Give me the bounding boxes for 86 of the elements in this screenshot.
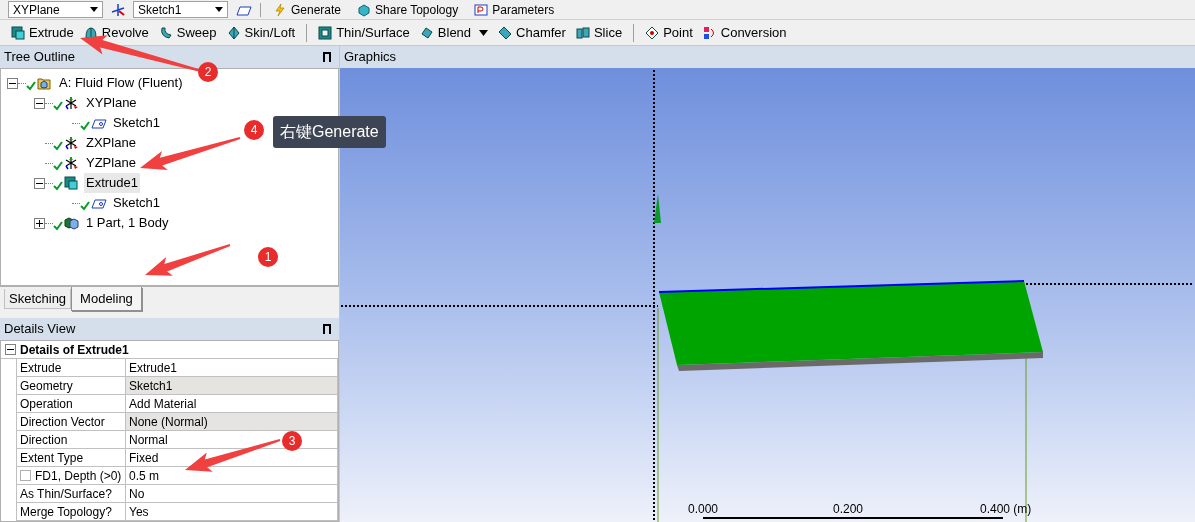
sweep-icon xyxy=(158,25,173,40)
lightning-icon xyxy=(273,2,287,17)
scale-label: 0.400 (m) xyxy=(980,501,1032,518)
toolbar-button[interactable]: Slice xyxy=(572,21,626,44)
tab[interactable]: Sketching xyxy=(4,289,72,309)
chamfer-icon xyxy=(498,25,513,40)
toolbar-button[interactable]: Share Topology xyxy=(353,0,463,19)
scale-label: 0.200 xyxy=(833,501,864,518)
loft-icon xyxy=(226,25,241,40)
check-icon xyxy=(53,101,63,111)
property-label: Merge Topology? xyxy=(20,503,112,521)
toolbar-button[interactable]: Sweep xyxy=(155,21,220,44)
caret-icon xyxy=(479,29,489,36)
property-value[interactable]: Sketch1 xyxy=(126,377,338,394)
check-icon xyxy=(53,221,63,231)
panel-title: Graphics xyxy=(344,48,397,67)
toolbar-button[interactable]: Conversion xyxy=(699,21,790,44)
point-icon xyxy=(645,25,660,40)
tab[interactable]: Modeling xyxy=(71,287,142,311)
property-label: Operation xyxy=(20,395,73,413)
tree-item[interactable]: A: Fluid Flow (Fluent) xyxy=(57,73,185,93)
caret-icon xyxy=(215,7,223,12)
collapse-icon[interactable] xyxy=(34,177,45,189)
sketch-icon xyxy=(91,196,107,210)
property-value[interactable]: Extrude1 xyxy=(126,359,338,376)
property-value[interactable]: None (Normal) xyxy=(126,413,338,430)
conversion-icon xyxy=(702,25,717,40)
property-label: Geometry xyxy=(20,377,73,395)
tree-item[interactable]: 1 Part, 1 Body xyxy=(84,213,171,233)
sketch-icon xyxy=(236,3,252,16)
check-icon xyxy=(80,201,90,211)
dropdown[interactable]: Sketch1 xyxy=(133,1,228,18)
dropdown[interactable]: XYPlane xyxy=(8,1,103,18)
property-label: FD1, Depth (>0) xyxy=(35,467,122,485)
body-icon xyxy=(64,216,80,230)
tree-item[interactable]: YZPlane xyxy=(84,153,138,173)
property-value[interactable]: No xyxy=(126,485,338,502)
checkbox[interactable] xyxy=(20,470,31,481)
blend-icon xyxy=(419,25,434,40)
plane-axes-icon xyxy=(64,136,80,150)
extrude-icon xyxy=(11,25,25,40)
property-label: Extrude xyxy=(20,359,62,377)
check-icon xyxy=(26,81,36,91)
parameter-icon xyxy=(474,2,489,17)
collapse-icon[interactable] xyxy=(7,77,18,89)
plane-axes-icon xyxy=(64,96,80,110)
tree-item[interactable]: ZXPlane xyxy=(84,133,138,153)
axes-icon xyxy=(111,2,125,17)
property-label: Direction xyxy=(20,431,68,449)
property-value[interactable]: 0.5 m xyxy=(126,467,338,484)
section-heading: Details of Extrude1 xyxy=(20,341,129,359)
property-value[interactable]: Yes xyxy=(126,503,338,520)
toolbar-button[interactable]: Thin/Surface xyxy=(315,21,413,44)
tree-item[interactable]: XYPlane xyxy=(84,93,139,113)
shell-icon xyxy=(318,25,333,40)
panel-title: Details View xyxy=(4,320,76,339)
pin-icon[interactable] xyxy=(323,324,331,334)
pin-icon[interactable] xyxy=(323,52,331,62)
expand-icon[interactable] xyxy=(34,217,45,229)
tree-item[interactable]: Extrude1 xyxy=(84,173,141,193)
property-label: Extent Type xyxy=(20,449,84,467)
plane-axes-icon xyxy=(64,156,80,170)
scale-label: 0.000 xyxy=(688,501,719,518)
callout-label: 右键Generate xyxy=(273,116,386,148)
property-value[interactable]: Add Material xyxy=(126,395,338,412)
property-label: As Thin/Surface? xyxy=(20,485,112,503)
tree-item[interactable]: Sketch1 xyxy=(111,113,162,133)
toolbar-button[interactable]: Chamfer xyxy=(495,21,569,44)
model-icon xyxy=(37,76,53,90)
tree-item[interactable]: Sketch1 xyxy=(111,193,162,213)
property-label: Direction Vector xyxy=(20,413,105,431)
extrude-icon xyxy=(64,176,80,190)
collapse-icon[interactable] xyxy=(5,344,16,355)
cube-icon xyxy=(357,2,372,17)
toolbar-button[interactable]: Parameters xyxy=(470,0,559,19)
toolbar-button[interactable]: Extrude xyxy=(8,21,77,44)
panel-title: Tree Outline xyxy=(4,48,76,67)
check-icon xyxy=(80,121,90,131)
toolbar-button[interactable]: Generate xyxy=(269,0,346,19)
collapse-icon[interactable] xyxy=(34,97,45,109)
toolbar-button[interactable]: Skin/Loft xyxy=(223,21,299,44)
toolbar-button[interactable]: Blend xyxy=(416,21,492,44)
toolbar-button[interactable]: Point xyxy=(642,21,696,44)
sketch-icon xyxy=(91,116,107,130)
slice-icon xyxy=(575,25,590,40)
caret-icon xyxy=(90,7,98,12)
